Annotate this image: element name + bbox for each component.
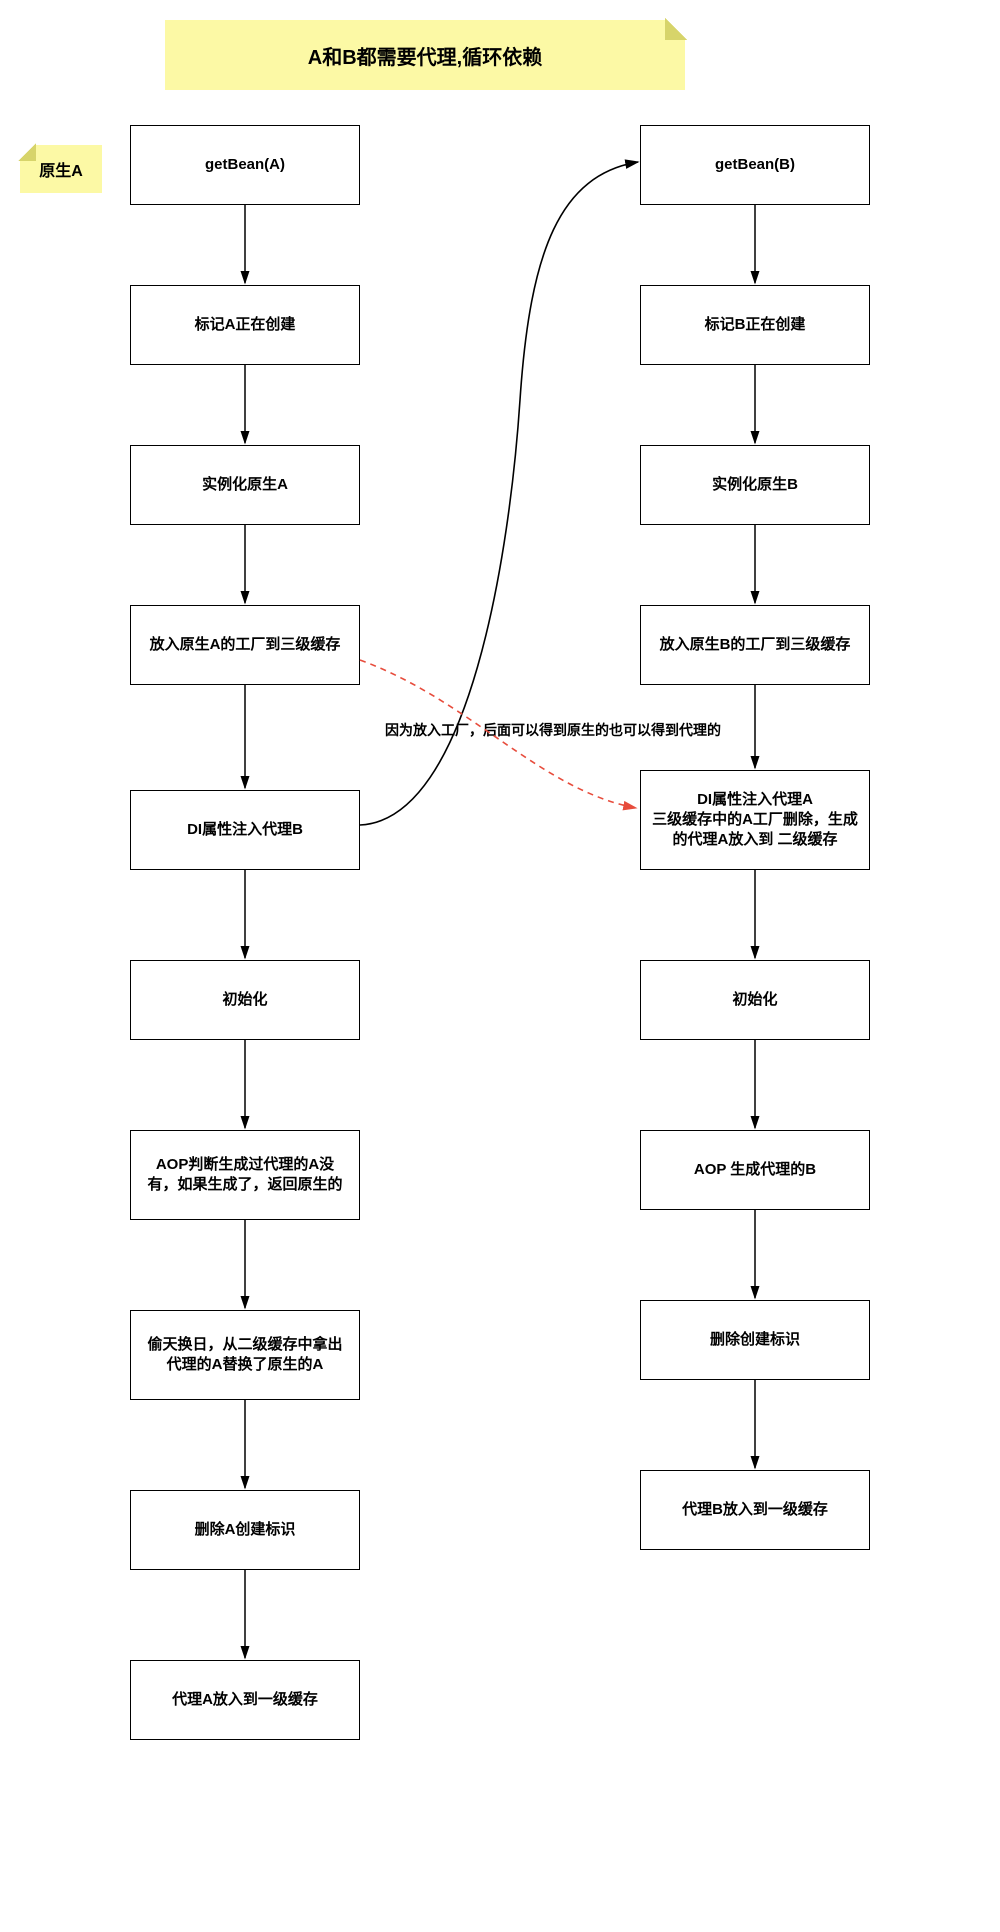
box-b-put-l1: 代理B放入到一级缓存 xyxy=(640,1470,870,1550)
box-b-instantiate: 实例化原生B xyxy=(640,445,870,525)
note-sticky: 原生A xyxy=(20,145,102,193)
box-a-put-factory-l3: 放入原生A的工厂到三级缓存 xyxy=(130,605,360,685)
edge-annotation: 因为放入工厂，后面可以得到原生的也可以得到代理的 xyxy=(385,720,721,740)
box-label: DI属性注入代理A 三级缓存中的A工厂删除，生成的代理A放入到 二级缓存 xyxy=(651,790,859,851)
box-label: getBean(B) xyxy=(715,155,795,175)
box-b-di-proxy-a: DI属性注入代理A 三级缓存中的A工厂删除，生成的代理A放入到 二级缓存 xyxy=(640,770,870,870)
box-label: 标记B正在创建 xyxy=(705,315,806,335)
title-sticky: A和B都需要代理,循环依赖 xyxy=(165,20,685,90)
box-label: 实例化原生B xyxy=(712,475,798,495)
title-text: A和B都需要代理,循环依赖 xyxy=(308,41,542,70)
box-b-getbean: getBean(B) xyxy=(640,125,870,205)
box-label: 代理A放入到一级缓存 xyxy=(172,1690,318,1710)
box-b-init: 初始化 xyxy=(640,960,870,1040)
edge-annotation-text: 因为放入工厂，后面可以得到原生的也可以得到代理的 xyxy=(385,722,721,738)
box-a-remove-flag: 删除A创建标识 xyxy=(130,1490,360,1570)
box-label: 代理B放入到一级缓存 xyxy=(682,1500,828,1520)
box-label: AOP判断生成过代理的A没有，如果生成了，返回原生的 xyxy=(141,1155,349,1196)
box-label: 实例化原生A xyxy=(202,475,288,495)
box-label: AOP 生成代理的B xyxy=(694,1160,816,1180)
box-a-init: 初始化 xyxy=(130,960,360,1040)
box-a-instantiate: 实例化原生A xyxy=(130,445,360,525)
box-a-mark-creating: 标记A正在创建 xyxy=(130,285,360,365)
box-a-aop-check: AOP判断生成过代理的A没有，如果生成了，返回原生的 xyxy=(130,1130,360,1220)
note-text: 原生A xyxy=(39,157,83,181)
box-label: 放入原生B的工厂到三级缓存 xyxy=(660,635,851,655)
box-label: 标记A正在创建 xyxy=(195,315,296,335)
box-b-aop-gen: AOP 生成代理的B xyxy=(640,1130,870,1210)
box-b-put-factory-l3: 放入原生B的工厂到三级缓存 xyxy=(640,605,870,685)
box-a-swap-l2: 偷天换日，从二级缓存中拿出代理的A替换了原生的A xyxy=(130,1310,360,1400)
box-a-di-proxy-b: DI属性注入代理B xyxy=(130,790,360,870)
box-b-remove-flag: 删除创建标识 xyxy=(640,1300,870,1380)
box-label: DI属性注入代理B xyxy=(187,820,303,840)
box-label: 初始化 xyxy=(222,990,267,1010)
box-label: getBean(A) xyxy=(205,155,285,175)
box-label: 初始化 xyxy=(732,990,777,1010)
box-label: 偷天换日，从二级缓存中拿出代理的A替换了原生的A xyxy=(141,1335,349,1376)
box-label: 删除创建标识 xyxy=(710,1330,800,1350)
box-b-mark-creating: 标记B正在创建 xyxy=(640,285,870,365)
box-label: 放入原生A的工厂到三级缓存 xyxy=(150,635,341,655)
box-a-getbean: getBean(A) xyxy=(130,125,360,205)
box-label: 删除A创建标识 xyxy=(195,1520,296,1540)
box-a-put-l1: 代理A放入到一级缓存 xyxy=(130,1660,360,1740)
